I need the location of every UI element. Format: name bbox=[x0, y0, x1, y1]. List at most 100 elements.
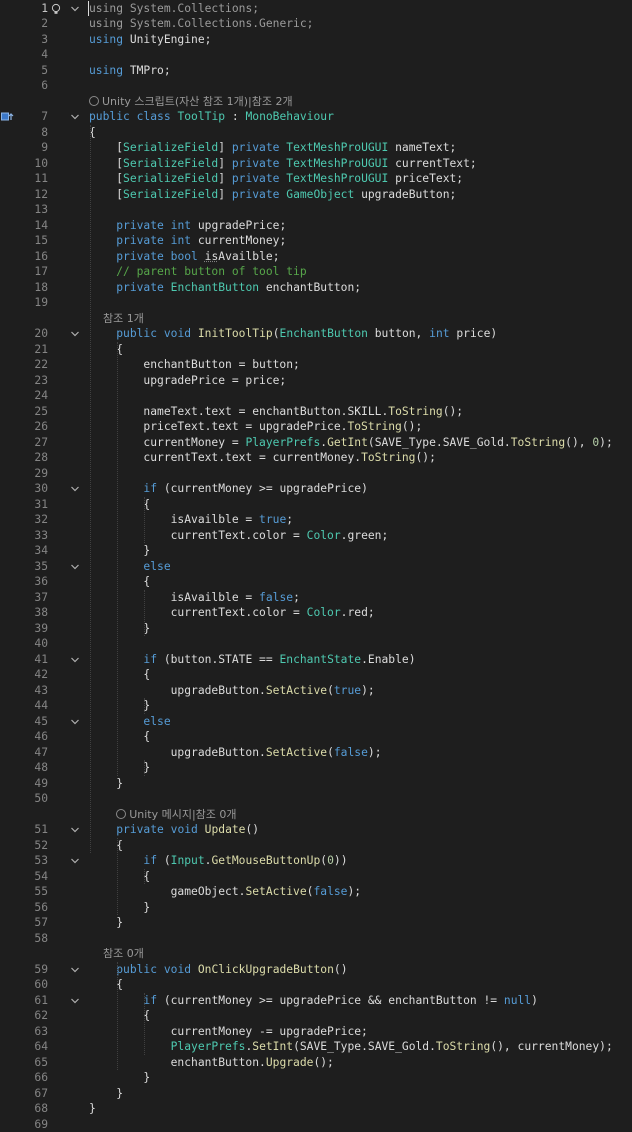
fold-toggle-icon[interactable] bbox=[70, 856, 80, 866]
code-text[interactable]: upgradeButton.SetActive(false); bbox=[89, 745, 382, 761]
code-line[interactable]: 53 if (Input.GetMouseButtonUp(0)) bbox=[0, 853, 632, 869]
code-line[interactable]: 38 currentText.color = Color.red; bbox=[0, 605, 632, 621]
fold-toggle-icon[interactable] bbox=[70, 825, 80, 835]
code-line[interactable]: 39 } bbox=[0, 621, 632, 637]
code-line[interactable]: 65 enchantButton.Upgrade(); bbox=[0, 1055, 632, 1071]
code-line[interactable]: 29 bbox=[0, 466, 632, 482]
code-line[interactable]: 2using System.Collections.Generic; bbox=[0, 16, 632, 32]
lightbulb-icon[interactable] bbox=[50, 3, 66, 15]
code-line[interactable]: 58 bbox=[0, 931, 632, 947]
codelens-label[interactable]: Unity 메시지|참조 0개 bbox=[129, 808, 236, 821]
code-line[interactable]: 12 [SerializeField] private GameObject u… bbox=[0, 187, 632, 203]
code-text[interactable]: public void OnClickUpgradeButton() bbox=[89, 962, 348, 978]
code-text[interactable]: currentText.color = Color.red; bbox=[89, 605, 375, 621]
code-line[interactable]: 44 } bbox=[0, 698, 632, 714]
code-line[interactable]: 31 { bbox=[0, 497, 632, 513]
code-text[interactable]: currentText.text = currentMoney.ToString… bbox=[89, 450, 436, 466]
code-text[interactable]: [SerializeField] private TextMeshProUGUI… bbox=[89, 171, 463, 187]
code-line[interactable]: 10 [SerializeField] private TextMeshProU… bbox=[0, 156, 632, 172]
code-text[interactable]: gameObject.SetActive(false); bbox=[89, 884, 361, 900]
code-line[interactable]: 4 bbox=[0, 47, 632, 63]
codelens-text[interactable]: Unity 스크립트(자산 참조 1개)|참조 2개 bbox=[89, 94, 293, 110]
code-text[interactable]: enchantButton.Upgrade(); bbox=[89, 1055, 334, 1071]
code-line[interactable]: 6 bbox=[0, 78, 632, 94]
code-line[interactable]: 66 } bbox=[0, 1070, 632, 1086]
code-text[interactable]: if (Input.GetMouseButtonUp(0)) bbox=[89, 853, 348, 869]
code-line[interactable]: 59 public void OnClickUpgradeButton() bbox=[0, 962, 632, 978]
code-text[interactable]: if (currentMoney >= upgradePrice) bbox=[89, 481, 368, 497]
code-text[interactable]: [SerializeField] private TextMeshProUGUI… bbox=[89, 156, 477, 172]
code-text[interactable]: // parent button of tool tip bbox=[89, 264, 307, 280]
codelens-row[interactable]: 참조 1개 bbox=[0, 311, 632, 327]
code-text[interactable]: nameText.text = enchantButton.SKILL.ToSt… bbox=[89, 404, 463, 420]
code-line[interactable]: 61 if (currentMoney >= upgradePrice && e… bbox=[0, 993, 632, 1009]
code-text[interactable]: { bbox=[89, 977, 123, 993]
code-text[interactable]: PlayerPrefs.SetInt(SAVE_Type.SAVE_Gold.T… bbox=[89, 1039, 613, 1055]
codelens-label[interactable]: 참조 0개 bbox=[89, 947, 144, 960]
code-text[interactable]: upgradeButton.SetActive(true); bbox=[89, 683, 375, 699]
code-line[interactable]: 13 bbox=[0, 202, 632, 218]
implementation-marker-icon[interactable] bbox=[1, 111, 17, 123]
codelens-label[interactable]: Unity 스크립트(자산 참조 1개)|참조 2개 bbox=[102, 95, 293, 108]
code-text[interactable]: public class ToolTip : MonoBehaviour bbox=[89, 109, 334, 125]
code-line[interactable]: 24 bbox=[0, 388, 632, 404]
code-line[interactable]: 9 [SerializeField] private TextMeshProUG… bbox=[0, 140, 632, 156]
code-line[interactable]: 62 { bbox=[0, 1008, 632, 1024]
code-line[interactable]: 45 else bbox=[0, 714, 632, 730]
code-line[interactable]: 7public class ToolTip : MonoBehaviour bbox=[0, 109, 632, 125]
code-text[interactable]: enchantButton = button; bbox=[89, 357, 300, 373]
code-text[interactable]: [SerializeField] private TextMeshProUGUI… bbox=[89, 140, 456, 156]
code-text[interactable]: } bbox=[89, 900, 150, 916]
fold-toggle-icon[interactable] bbox=[70, 562, 80, 572]
code-line[interactable]: 49 } bbox=[0, 776, 632, 792]
fold-toggle-icon[interactable] bbox=[70, 655, 80, 665]
fold-toggle-icon[interactable] bbox=[70, 484, 80, 494]
fold-toggle-icon[interactable] bbox=[70, 717, 80, 727]
code-line[interactable]: 1using System.Collections; bbox=[0, 1, 632, 17]
code-line[interactable]: 33 currentText.color = Color.green; bbox=[0, 528, 632, 544]
code-line[interactable]: 41 if (button.STATE == EnchantState.Enab… bbox=[0, 652, 632, 668]
code-line[interactable]: 36 { bbox=[0, 574, 632, 590]
code-text[interactable]: private int currentMoney; bbox=[89, 233, 286, 249]
code-text[interactable]: } bbox=[89, 621, 150, 637]
code-text[interactable]: private bool isAvailble; bbox=[89, 249, 280, 265]
fold-toggle-icon[interactable] bbox=[70, 4, 80, 14]
code-text[interactable]: } bbox=[89, 915, 123, 931]
code-line[interactable]: 40 bbox=[0, 636, 632, 652]
code-line[interactable]: 28 currentText.text = currentMoney.ToStr… bbox=[0, 450, 632, 466]
code-line[interactable]: 63 currentMoney -= upgradePrice; bbox=[0, 1024, 632, 1040]
code-line[interactable]: 18 private EnchantButton enchantButton; bbox=[0, 280, 632, 296]
code-text[interactable]: using System.Collections; bbox=[89, 1, 259, 17]
fold-toggle-icon[interactable] bbox=[70, 329, 80, 339]
code-text[interactable]: { bbox=[89, 838, 123, 854]
code-line[interactable]: 67 } bbox=[0, 1086, 632, 1102]
code-line[interactable]: 43 upgradeButton.SetActive(true); bbox=[0, 683, 632, 699]
code-editor[interactable]: 1using System.Collections;2using System.… bbox=[0, 0, 632, 1116]
code-text[interactable]: if (currentMoney >= upgradePrice && ench… bbox=[89, 993, 538, 1009]
code-text[interactable]: currentMoney = PlayerPrefs.GetInt(SAVE_T… bbox=[89, 435, 613, 451]
code-line[interactable]: 64 PlayerPrefs.SetInt(SAVE_Type.SAVE_Gol… bbox=[0, 1039, 632, 1055]
code-text[interactable]: else bbox=[89, 559, 171, 575]
code-line[interactable]: 3using UnityEngine; bbox=[0, 32, 632, 48]
code-line[interactable]: 19 bbox=[0, 295, 632, 311]
code-text[interactable]: currentText.color = Color.green; bbox=[89, 528, 388, 544]
code-line[interactable]: 48 } bbox=[0, 760, 632, 776]
code-line[interactable]: 16 private bool isAvailble; bbox=[0, 249, 632, 265]
code-text[interactable]: } bbox=[89, 776, 123, 792]
fold-toggle-icon[interactable] bbox=[70, 965, 80, 975]
code-text[interactable]: public void InitToolTip(EnchantButton bu… bbox=[89, 326, 497, 342]
code-text[interactable]: upgradePrice = price; bbox=[89, 373, 286, 389]
code-line[interactable]: 26 priceText.text = upgradePrice.ToStrin… bbox=[0, 419, 632, 435]
code-text[interactable]: else bbox=[89, 714, 171, 730]
code-line[interactable]: 60 { bbox=[0, 977, 632, 993]
code-text[interactable]: } bbox=[89, 1070, 150, 1086]
code-text[interactable]: } bbox=[89, 698, 150, 714]
code-line[interactable]: 25 nameText.text = enchantButton.SKILL.T… bbox=[0, 404, 632, 420]
code-line[interactable]: 11 [SerializeField] private TextMeshProU… bbox=[0, 171, 632, 187]
code-line[interactable]: 23 upgradePrice = price; bbox=[0, 373, 632, 389]
code-text[interactable]: private int upgradePrice; bbox=[89, 218, 286, 234]
code-text[interactable]: using UnityEngine; bbox=[89, 32, 211, 48]
code-text[interactable]: } bbox=[89, 760, 150, 776]
code-line[interactable]: 55 gameObject.SetActive(false); bbox=[0, 884, 632, 900]
code-line[interactable]: 57 } bbox=[0, 915, 632, 931]
